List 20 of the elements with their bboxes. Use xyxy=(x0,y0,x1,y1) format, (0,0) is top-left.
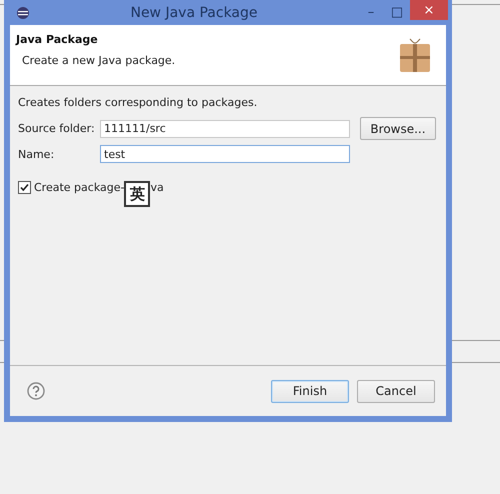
checkbox[interactable] xyxy=(18,180,31,194)
ime-indicator: 英 xyxy=(124,181,150,207)
cancel-button[interactable]: Cancel xyxy=(357,380,435,402)
field-label: Source folder: xyxy=(18,122,96,135)
checkbox-label: va xyxy=(150,180,164,194)
help-icon[interactable] xyxy=(27,382,45,400)
maximize-button[interactable]: □ xyxy=(384,5,410,20)
checkbox-label: Create package- xyxy=(34,180,124,194)
browse-button[interactable]: Browse... xyxy=(360,117,436,140)
minimize-button[interactable]: – xyxy=(358,5,384,20)
header-description: Create a new Java package. xyxy=(22,54,176,67)
source-folder-field[interactable]: 111111/src xyxy=(100,120,350,138)
eclipse-icon xyxy=(16,6,30,20)
instruction-text: Creates folders corresponding to packages. xyxy=(18,96,258,109)
window-title: New Java Package xyxy=(129,4,259,20)
finish-button[interactable]: Finish xyxy=(271,380,349,402)
field-label: Name: xyxy=(18,148,56,160)
name-field[interactable]: test xyxy=(100,145,350,163)
close-button[interactable]: × xyxy=(410,0,448,20)
header-title: Java Package xyxy=(16,33,99,46)
